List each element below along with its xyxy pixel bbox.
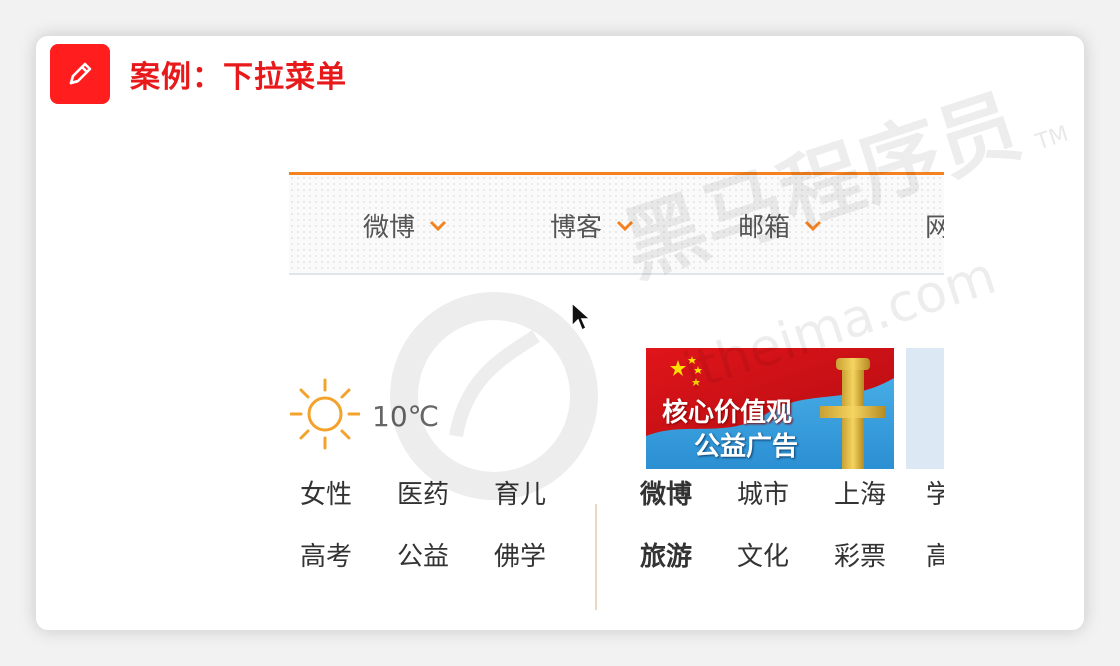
link-divider — [595, 504, 597, 610]
link-clip: 高 — [926, 536, 944, 576]
link-nvxing[interactable]: 女性 — [300, 474, 352, 511]
weather-widget: 10℃ — [289, 376, 440, 456]
nav-item-label: 邮箱 — [738, 213, 791, 243]
mouse-cursor-icon — [571, 301, 593, 338]
nav-item-label: 微博 — [363, 213, 416, 243]
nav-item-label: 博客 — [550, 213, 603, 243]
link-weibo[interactable]: 微博 — [640, 474, 692, 511]
slide-header: 案例：下拉菜单 — [50, 44, 347, 104]
link-yuer[interactable]: 育儿 — [494, 474, 546, 511]
link-shanghai[interactable]: 上海 — [834, 474, 886, 511]
nav-item-blog[interactable]: 博客 — [550, 207, 634, 244]
nav-item-mail[interactable]: 邮箱 — [738, 207, 822, 244]
banner-line1: 核心价值观 — [662, 398, 793, 428]
link-clip: 学 — [926, 474, 944, 514]
chevron-down-icon — [429, 220, 447, 232]
link-chengshi[interactable]: 城市 — [737, 474, 789, 511]
ad-banner[interactable]: 核心价值观 公益广告 — [646, 348, 894, 469]
link-gaokao[interactable]: 高考 — [300, 536, 352, 573]
link-caipiao[interactable]: 彩票 — [834, 536, 886, 573]
watermark-tm: TM — [1032, 121, 1072, 156]
link-lvyou[interactable]: 旅游 — [640, 536, 692, 573]
nav-item-weibo[interactable]: 微博 — [363, 207, 447, 244]
pencil-icon — [50, 44, 110, 104]
link-gao[interactable]: 高 — [926, 536, 944, 573]
link-gongyi[interactable]: 公益 — [397, 536, 449, 573]
link-yiyao[interactable]: 医药 — [397, 474, 449, 511]
chevron-down-icon — [804, 220, 822, 232]
link-xue[interactable]: 学 — [926, 474, 944, 511]
partial-ad-block — [906, 348, 944, 469]
nav-item-label: 网 — [925, 213, 944, 243]
slide-card: 案例：下拉菜单 微博 博客 邮箱 网 10℃ 核心价值观 公益广告 女性 医药 … — [36, 36, 1084, 630]
banner-line2: 公益广告 — [694, 432, 799, 462]
nav-item-web[interactable]: 网 — [925, 207, 944, 244]
temperature: 10℃ — [372, 399, 440, 433]
chevron-down-icon — [616, 220, 634, 232]
link-foxue[interactable]: 佛学 — [494, 536, 546, 573]
link-wenhua[interactable]: 文化 — [737, 536, 789, 573]
nav-bar: 微博 博客 邮箱 网 — [289, 175, 944, 275]
slide-title: 案例：下拉菜单 — [130, 60, 347, 95]
sun-icon — [289, 376, 361, 456]
